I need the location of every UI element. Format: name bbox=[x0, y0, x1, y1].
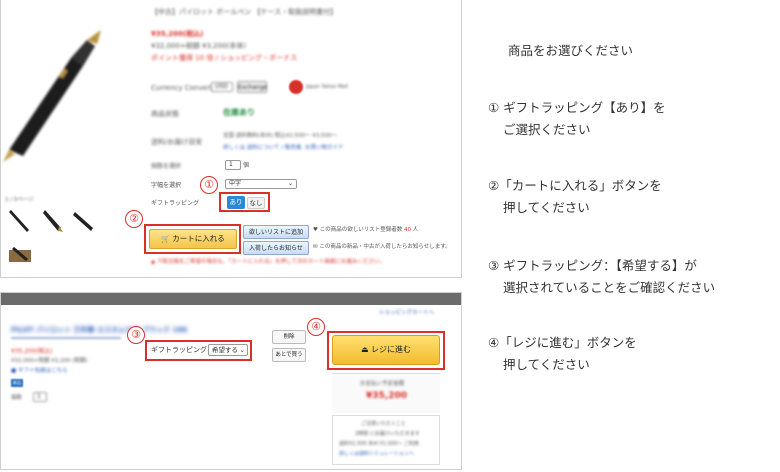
engrave-select[interactable]: 中字 ⌄ bbox=[225, 179, 297, 189]
cart-qty-select[interactable]: 1 bbox=[33, 392, 47, 402]
notify-line: ✉ この商品の新品・中古が入荷したらお知らせします。 bbox=[313, 243, 451, 252]
note-4[interactable]: 詳しくは送料シミュレーションへ bbox=[339, 450, 414, 459]
step2-line1: ②「カートに入れる」ボタンを bbox=[488, 178, 662, 193]
cart-price-sub: ¥32,000+税額 ¥3,200 (税額) bbox=[11, 358, 88, 364]
callout-box-1 bbox=[219, 192, 270, 212]
shipping-value-1: 全国 送料無料(本州) 税込¥2,500〜 ¥3,500〜 bbox=[223, 133, 338, 139]
notify-text: この商品の新品・中古が入荷したらお知らせします。 bbox=[319, 244, 451, 250]
callout-box-2 bbox=[144, 224, 241, 254]
callout-number-4: ④ bbox=[307, 318, 325, 336]
step1-line1: ① ギフトラッピング【あり】を bbox=[488, 100, 666, 115]
partner-logo bbox=[289, 80, 303, 94]
stock-value: 在庫あり bbox=[223, 108, 255, 117]
thumbnail-3[interactable] bbox=[71, 206, 97, 234]
wishlist-count: 40 bbox=[403, 227, 411, 233]
total-value: ¥35,200 bbox=[366, 391, 407, 401]
thumbnail-1[interactable] bbox=[7, 206, 33, 234]
engrave-label: 字幅を選択 bbox=[151, 182, 182, 189]
cart-product-name[interactable]: PILOT パイロット 万年筆 カスタム743 ブラック 18K bbox=[11, 326, 188, 335]
cart-price: ¥35,200(税込) bbox=[11, 348, 53, 355]
step1-line2: ご選択ください bbox=[503, 122, 591, 137]
note-3: 送料¥2,500 本州 ¥1,500〜 ご利用 bbox=[339, 441, 419, 447]
step3-line1: ③ ギフトラッピング：【希望する】が bbox=[488, 258, 697, 273]
callout-number-3: ③ bbox=[127, 326, 145, 344]
step2-line2: 押してください bbox=[503, 200, 590, 215]
step4-line2: 押してください bbox=[503, 357, 590, 372]
shipping-note-box: ご注意いただくこと 2時間 にお届けいただきます 送料¥2,500 本州 ¥1,… bbox=[332, 415, 440, 465]
wishlist-button[interactable]: 欲しいリストに追加 bbox=[243, 225, 309, 239]
cart-qty-label: 個数 bbox=[11, 395, 23, 401]
note-1: ご注意いただくこと bbox=[361, 421, 407, 427]
instructions-title: 商品をお選びください bbox=[508, 43, 634, 58]
thumbs-label: 1 / 5ページ bbox=[5, 197, 34, 203]
price-sub: ¥32,000+税額 ¥3,200(本体) bbox=[151, 42, 246, 50]
thumbnail-4[interactable] bbox=[7, 240, 33, 268]
warning-icon: ▲ bbox=[151, 259, 156, 265]
callout-number-1: ① bbox=[200, 176, 218, 194]
warning-message: 下取交換をご希望の場合も、「カートに入れる」を押して次のカート画面にお進みくださ… bbox=[156, 259, 385, 265]
total-box: お支払い予定金額 ¥35,200 bbox=[332, 373, 440, 413]
step3-line2: 選択されていることをご確認ください bbox=[503, 280, 716, 295]
shipping-label: 送料/お届け目安 bbox=[151, 138, 203, 146]
product-name-underline bbox=[11, 337, 121, 339]
qty-unit: 個 bbox=[243, 162, 250, 169]
engrave-select-value: 中字 bbox=[229, 180, 242, 187]
gift-guide-label: ギフト包装はこちら bbox=[17, 368, 68, 374]
gift-label: ギフトラッピング bbox=[151, 200, 200, 207]
wishlist-text: この商品の欲しいリスト登録者数 bbox=[319, 227, 403, 233]
currency-select[interactable]: USD bbox=[211, 82, 233, 92]
mail-icon: ✉ bbox=[313, 244, 318, 250]
qty-label: 個数を選択 bbox=[151, 163, 182, 170]
partner-label: Japan Yahoo Mall bbox=[306, 84, 348, 90]
chevron-down-icon: ⌄ bbox=[287, 180, 293, 187]
note-2: 2時間 にお届けいただきます bbox=[355, 431, 420, 437]
callout-box-3 bbox=[145, 340, 252, 361]
callout-box-4 bbox=[327, 331, 445, 370]
qty-select[interactable]: 1 bbox=[225, 160, 241, 170]
cart-top-link[interactable]: ショッピングカートへ bbox=[379, 309, 434, 318]
price: ¥35,200(税込) bbox=[151, 30, 204, 38]
breadcrumb: 【中古】パイロット ボールペン 【ケース・取扱説明書付】 bbox=[151, 8, 338, 16]
cart-header-bar bbox=[1, 293, 461, 305]
currency-label: Currency Converter bbox=[151, 84, 220, 92]
pen-product-image bbox=[3, 30, 101, 162]
delete-button[interactable]: 削除 bbox=[272, 330, 306, 344]
heart-icon: ♥ bbox=[313, 227, 318, 233]
gift-icon: ■ bbox=[11, 368, 17, 374]
buy-later-button[interactable]: あとで買う bbox=[272, 348, 306, 362]
step4-line1: ④「レジに進む」ボタンを bbox=[488, 335, 637, 350]
wishlist-count-line: ♥ この商品の欲しいリスト登録者数 40 人 bbox=[313, 226, 418, 235]
points-line: ポイント獲得 10 倍 / ショッピング・ボーナス bbox=[151, 54, 298, 62]
wishlist-unit: 人 bbox=[412, 227, 419, 233]
new-badge: 新品 bbox=[11, 379, 23, 387]
stock-label: 商品状態 bbox=[151, 110, 179, 118]
shipping-value-2: 詳しくは 送料について / 販売者: お買い物ガイド bbox=[223, 145, 344, 151]
callout-number-2: ② bbox=[125, 210, 143, 228]
cart-page-screenshot: ショッピングカートへ PILOT パイロット 万年筆 カスタム743 ブラック … bbox=[0, 292, 462, 470]
gift-guide-link[interactable]: ■ ギフト包装はこちら bbox=[11, 367, 67, 376]
notify-button[interactable]: 入荷したらお知らせ bbox=[243, 241, 309, 255]
product-page-screenshot: 【中古】パイロット ボールペン 【ケース・取扱説明書付】 ¥35,200(税込)… bbox=[0, 0, 462, 278]
thumbnail-2[interactable] bbox=[39, 206, 65, 234]
exchange-button[interactable]: Exchange bbox=[237, 81, 267, 93]
warning-text: ▲ 下取交換をご希望の場合も、「カートに入れる」を押して次のカート画面にお進みく… bbox=[151, 258, 385, 267]
total-label: お支払い予定金額 bbox=[360, 381, 405, 387]
